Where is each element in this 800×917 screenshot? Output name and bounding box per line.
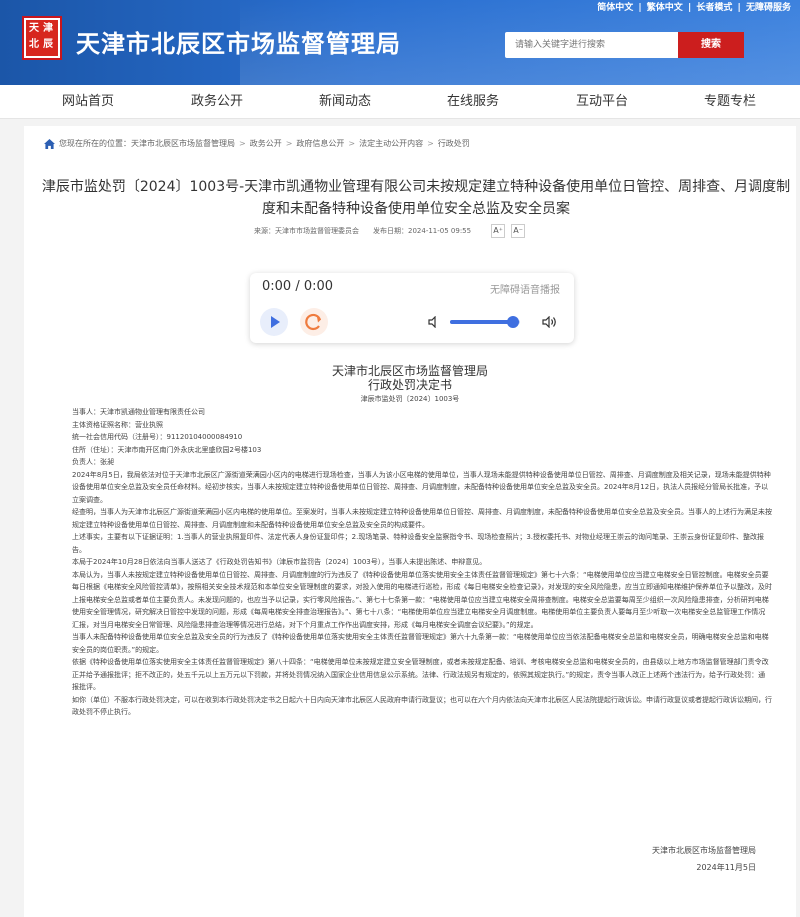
breadcrumb-prefix: 您现在所在的位置： [59, 139, 131, 148]
body-paragraph: 当事人未配备特种设备使用单位安全总监及安全员的行为违反了《特种设备使用单位落实使… [72, 633, 769, 654]
page-title: 津辰市监处罚〔2024〕1003号-天津市凯通物业管理有限公司未按规定建立特种设… [41, 179, 791, 217]
logo-char: 北 [29, 39, 39, 50]
credit-code: 统一社会信用代码（注册号）：91120104000084910 [72, 433, 243, 441]
site-logo[interactable]: 天 津 北 辰 [22, 16, 62, 60]
body-paragraph: 本局于2024年10月28日依法向当事人送达了《行政处罚告知书》（津辰市监罚告〔… [72, 558, 487, 566]
volume-mute-icon[interactable] [428, 316, 440, 328]
body-paragraph: 依据《特种设备使用单位落实使用安全主体责任监督管理规定》第八十四条：“电梯使用单… [72, 658, 769, 691]
search-box: 搜索 [505, 32, 744, 58]
font-decrease-button[interactable]: A⁻ [511, 224, 526, 238]
breadcrumb-item[interactable]: 天津市北辰区市场监督管理局 [131, 138, 235, 149]
site-header: 简体中文 | 繁体中文 | 长者模式 | 无障碍服务 天 津 北 辰 天津市北辰… [0, 0, 800, 85]
date-label: 发布日期： [373, 227, 408, 235]
top-links: 简体中文 | 繁体中文 | 长者模式 | 无障碍服务 [596, 0, 792, 13]
audio-player: 0:00 / 0:00 无障碍语音播报 [250, 273, 574, 343]
home-icon [44, 138, 55, 149]
play-button[interactable] [260, 308, 288, 336]
nav-item-home[interactable]: 网站首页 [33, 85, 143, 119]
breadcrumb: 您现在所在的位置： 天津市北辰区市场监督管理局 > 政务公开 > 政府信息公开 … [44, 138, 470, 149]
body-paragraph: 2024年8月5日，我局依法对位于天津市北辰区广源街道荣满园小区内的电梯进行现场… [72, 470, 771, 504]
nav-item-news[interactable]: 新闻动态 [290, 85, 400, 119]
breadcrumb-item[interactable]: 行政处罚 [438, 138, 470, 149]
breadcrumb-separator: > [427, 139, 434, 148]
main-nav: 网站首页 政务公开 新闻动态 在线服务 互动平台 专题专栏 [0, 85, 800, 119]
breadcrumb-separator: > [348, 139, 356, 148]
volume-icon[interactable] [542, 316, 558, 328]
link-separator: | [687, 3, 692, 13]
signature-date: 2024年11月5日 [696, 863, 756, 872]
logo-char: 津 [43, 23, 53, 34]
font-increase-button[interactable]: A⁺ [491, 224, 506, 238]
signature-block: 天津市北辰区市场监督管理局 2024年11月5日 [652, 842, 756, 876]
source-value: 天津市市场监督管理委员会 [275, 227, 359, 235]
person-in-charge: 负责人：张昶 [72, 458, 114, 466]
decision-body: 当事人：天津市凯通物业管理有限责任公司 主体资格证照名称：营业执照 统一社会信用… [72, 406, 772, 719]
nav-item-interaction[interactable]: 互动平台 [547, 85, 657, 119]
breadcrumb-item[interactable]: 政府信息公开 [296, 138, 344, 149]
breadcrumb-separator: > [239, 139, 246, 148]
nav-item-special-topics[interactable]: 专题专栏 [675, 85, 785, 119]
breadcrumb-item[interactable]: 政务公开 [250, 138, 282, 149]
decision-number: 津辰市监处罚〔2024〕1003号 [360, 395, 460, 403]
date-value: 2024-11-05 09:55 [408, 227, 472, 235]
link-simplified[interactable]: 简体中文 [597, 3, 633, 13]
link-separator: | [737, 3, 741, 13]
body-paragraph: 如你（单位）不服本行政处罚决定，可以在收到本行政处罚决定书之日起六十日内向天津市… [72, 695, 772, 717]
player-label: 无障碍语音播报 [490, 285, 560, 296]
logo-char: 辰 [43, 39, 53, 50]
article-meta: 来源： 天津市市场监督管理委员会 发布日期： 2024-11-05 09:55 … [254, 224, 526, 238]
nav-item-gov-info[interactable]: 政务公开 [162, 85, 272, 119]
link-elder-mode[interactable]: 长者模式 [696, 3, 732, 13]
main-content: 您现在所在的位置： 天津市北辰区市场监督管理局 > 政务公开 > 政府信息公开 … [24, 126, 796, 917]
replay-icon [305, 313, 322, 331]
logo-char: 天 [29, 23, 39, 34]
address: 住所（住址）：天津市南开区南门外永庆北里盛欣园2号楼103 [72, 445, 262, 454]
link-separator: | [638, 3, 642, 13]
party-name: 当事人：天津市凯通物业管理有限责任公司 [72, 408, 205, 416]
volume-slider[interactable] [450, 316, 520, 328]
playback-time: 0:00 / 0:00 [262, 279, 334, 294]
search-input[interactable] [505, 32, 675, 58]
body-paragraph: 本局认为，当事人未按规定建立特种设备使用单位日管控、周排查、月调度制度的行为违反… [72, 570, 772, 629]
volume-slider-handle[interactable] [507, 316, 519, 328]
decision-title: 行政处罚决定书 [367, 378, 452, 392]
site-title[interactable]: 天津市北辰区市场监督管理局 [76, 24, 401, 59]
signature-org: 天津市北辰区市场监督管理局 [652, 846, 756, 855]
license-type: 主体资格证照名称：营业执照 [72, 420, 163, 429]
source-label: 来源： [254, 227, 275, 235]
play-icon [271, 316, 280, 328]
body-paragraph: 上述事实，主要有以下证据证明：1.当事人的营业执照复印件、法定代表人身份证复印件… [72, 533, 765, 554]
link-traditional[interactable]: 繁体中文 [647, 3, 683, 13]
body-paragraph: 经查明，当事人为天津市北辰区广源街道荣满园小区内电梯的使用单位。至案发时，当事人… [72, 508, 772, 529]
nav-item-online-service[interactable]: 在线服务 [418, 85, 528, 119]
replay-button[interactable] [300, 308, 328, 336]
breadcrumb-separator: > [285, 139, 293, 148]
search-button[interactable]: 搜索 [678, 32, 744, 58]
link-accessibility[interactable]: 无障碍服务 [746, 3, 791, 13]
volume-slider-fill [450, 320, 513, 324]
breadcrumb-item[interactable]: 法定主动公开内容 [359, 138, 423, 149]
